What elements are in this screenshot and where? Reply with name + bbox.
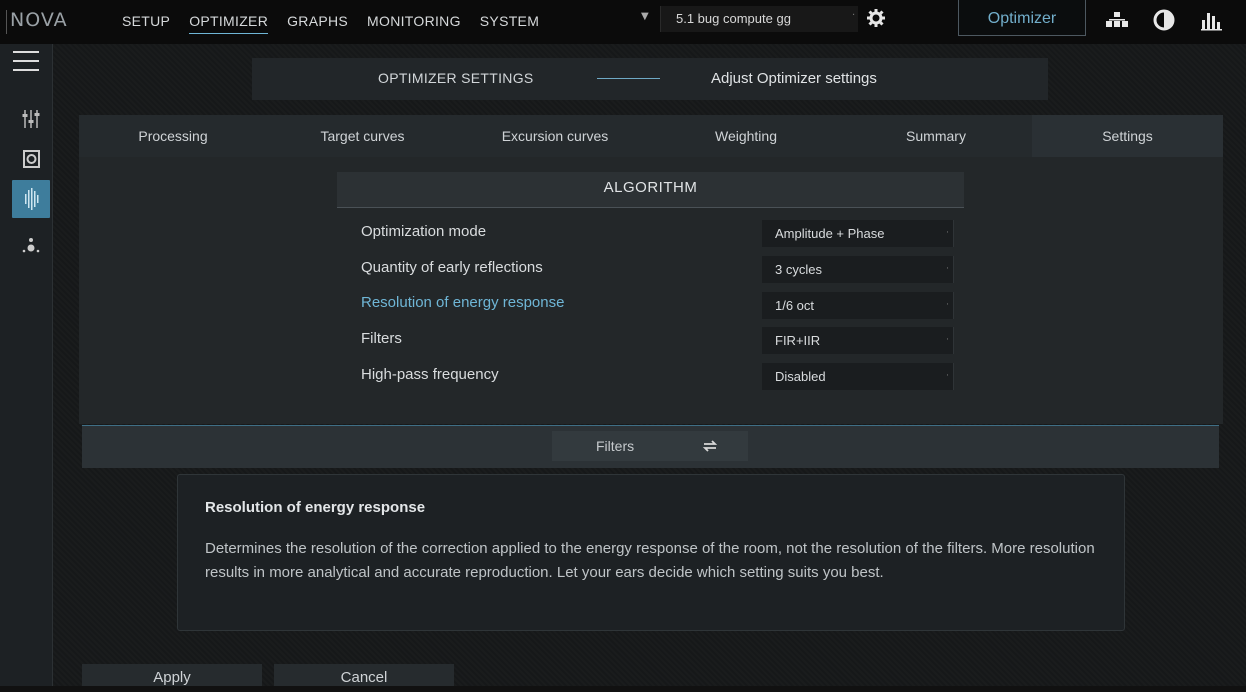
header-divider [597,78,660,79]
tab-excursion-curves[interactable]: Excursion curves [458,115,652,157]
preset-select[interactable]: 5.1 bug compute gg [660,6,858,32]
nav-optimizer[interactable]: OPTIMIZER [189,13,269,34]
sidebar [0,44,53,686]
info-body: Determines the resolution of the correct… [205,540,1095,581]
nav-system[interactable]: SYSTEM [480,13,539,29]
settings-header-title: OPTIMIZER SETTINGS [378,70,534,86]
level-icon[interactable] [1150,8,1178,32]
energy-resolution-label: Resolution of energy response [361,294,565,311]
settings-header: OPTIMIZER SETTINGS Adjust Optimizer sett… [252,58,1048,100]
tab-target-curves[interactable]: Target curves [267,115,458,157]
energy-resolution-value: 1/6 oct [775,298,815,313]
energy-resolution-select[interactable]: 1/6 oct · [762,292,954,319]
info-box: Resolution of energy response Determines… [177,474,1125,631]
preset-label: 5.1 bug compute gg [676,11,791,26]
algorithm-title: ALGORITHM [603,179,698,196]
tab-summary[interactable]: Summary [840,115,1032,157]
early-reflections-value: 3 cycles [775,262,822,277]
dropdown-dot-icon: · [946,300,949,310]
listener-icon[interactable] [12,230,50,260]
cancel-button[interactable]: Cancel [274,664,454,686]
tab-processing[interactable]: Processing [79,115,267,157]
algorithm-header: ALGORITHM [337,172,964,208]
dropdown-dot-icon: · [946,264,949,274]
preset-dot-icon: · [852,10,856,21]
bars-icon[interactable] [1198,8,1226,32]
high-pass-value: Disabled [775,369,826,384]
app-logo: NOVA [10,9,68,31]
high-pass-label: High-pass frequency [361,366,499,383]
dropdown-dot-icon: · [946,228,949,238]
optimizer-button[interactable]: Optimizer [958,0,1086,36]
logo-bracket [6,10,7,34]
waveform-icon [25,188,39,210]
mixer-icon[interactable] [12,104,50,134]
filters-label: Filters [361,330,402,347]
gear-icon[interactable] [864,6,888,30]
apply-button[interactable]: Apply [82,664,262,686]
nav-graphs[interactable]: GRAPHS [287,13,348,29]
speaker-icon[interactable] [12,144,50,174]
tab-weighting[interactable]: Weighting [652,115,840,157]
filters-select[interactable]: FIR+IIR · [762,327,954,354]
info-title: Resolution of energy response [205,499,426,516]
optimization-mode-label: Optimization mode [361,223,487,240]
optimization-mode-value: Amplitude + Phase [775,226,885,241]
top-bar: NOVA SETUP OPTIMIZER GRAPHS MONITORING S… [0,0,1246,44]
dropdown-dot-icon: · [946,335,949,345]
sidebar-item-waveform[interactable] [12,180,50,218]
tab-bar: Processing Target curves Excursion curve… [79,115,1223,158]
preset-dropdown-arrow-icon[interactable]: ▼ [641,11,649,22]
early-reflections-select[interactable]: 3 cycles · [762,256,954,283]
dropdown-dot-icon: · [946,371,949,381]
settings-header-subtitle: Adjust Optimizer settings [711,70,877,87]
tab-settings[interactable]: Settings [1032,115,1223,157]
filters-button-label: Filters [596,438,635,454]
speaker-layout-icon[interactable] [1103,8,1131,32]
nav-setup[interactable]: SETUP [122,13,170,29]
nav-monitoring[interactable]: MONITORING [367,13,461,29]
main-nav: SETUP OPTIMIZER GRAPHS MONITORING SYSTEM [122,13,558,34]
filters-value: FIR+IIR [775,333,821,348]
early-reflections-label: Quantity of early reflections [361,259,543,276]
menu-icon[interactable] [4,46,48,76]
filters-toggle-button[interactable]: Filters [552,431,748,461]
high-pass-select[interactable]: Disabled · [762,363,954,390]
swap-icon [702,440,718,452]
optimization-mode-select[interactable]: Amplitude + Phase · [762,220,954,247]
